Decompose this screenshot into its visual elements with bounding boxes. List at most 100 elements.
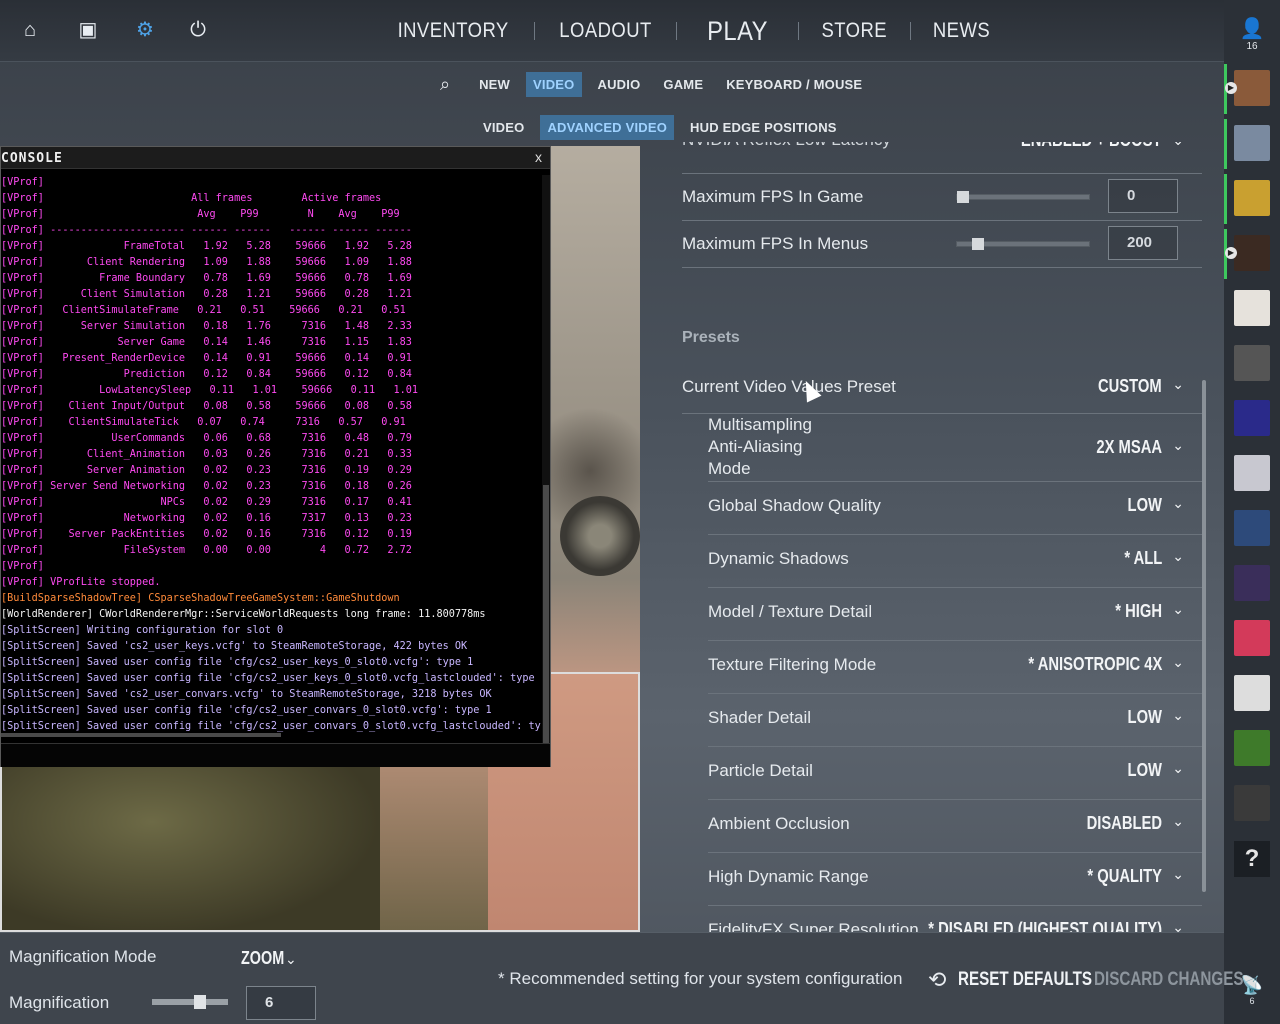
friend-avatar[interactable] <box>1234 290 1270 326</box>
console-horizontal-scrollbar[interactable] <box>1 733 281 737</box>
console-vertical-scrollbar[interactable] <box>542 175 550 745</box>
reset-defaults-label: RESET DEFAULTS <box>958 969 1093 990</box>
console-line: [VProf] ClientSimulateFrame 0.21 0.51 59… <box>1 305 406 316</box>
setting-row[interactable]: Shader Detail LOW ⌄ <box>708 694 1202 747</box>
profile-button[interactable]: 👤 16 <box>1224 0 1280 62</box>
console-line: [VProf] LowLatencySleep 0.11 1.01 59666 … <box>1 385 419 396</box>
console-line: [VProf] FrameTotal 1.92 5.28 59666 1.92 … <box>1 241 412 252</box>
setting-row[interactable]: Ambient Occlusion DISABLED ⌄ <box>708 800 1202 853</box>
setting-row[interactable]: High Dynamic Range * QUALITY ⌄ <box>708 853 1202 906</box>
console-line: [VProf] ---------------------- ------ --… <box>1 225 412 236</box>
magnification-mode-dropdown[interactable]: ZOOM <box>241 948 284 969</box>
setting-row-reflex[interactable]: NVIDIA Reflex Low Latency ENABLED + BOOS… <box>682 142 1202 174</box>
setting-label: FidelityFX Super Resolution <box>708 920 919 932</box>
console-line: [VProf] FileSystem 0.00 0.00 4 0.72 2.72 <box>1 545 412 556</box>
console-line: [VProf] UserCommands 0.06 0.68 7316 0.48… <box>1 433 412 444</box>
friend-avatar[interactable] <box>1234 345 1270 381</box>
slider-thumb[interactable] <box>194 995 206 1009</box>
subtab-video[interactable]: VIDEO <box>476 115 531 140</box>
chevron-down-icon: ⌄ <box>1172 495 1184 511</box>
slider-thumb[interactable] <box>957 191 969 203</box>
tab-game[interactable]: GAME <box>656 72 710 97</box>
presets-heading: Presets <box>682 329 740 346</box>
user-icon: 👤 <box>1239 18 1265 40</box>
max-fps-game-slider[interactable] <box>956 191 1090 203</box>
friend-avatar[interactable] <box>1234 510 1270 546</box>
chevron-down-icon: ⌄ <box>1172 376 1184 392</box>
nav-loadout[interactable]: LOADOUT <box>544 19 668 43</box>
friend-avatar[interactable] <box>1234 235 1270 271</box>
console-titlebar[interactable]: CONSOLE x <box>1 147 550 169</box>
in-game-icon: ▶ <box>1225 82 1237 94</box>
max-fps-game-input[interactable]: 0 <box>1108 179 1178 213</box>
console-line: [VProf] <box>1 561 44 572</box>
nav-store[interactable]: STORE <box>806 19 903 43</box>
subtab-hud-edge-positions[interactable]: HUD EDGE POSITIONS <box>683 115 844 140</box>
magnification-input[interactable]: 6 <box>246 986 316 1020</box>
friend-avatar[interactable] <box>1234 565 1270 601</box>
setting-row[interactable]: Global Shadow Quality LOW ⌄ <box>708 482 1202 535</box>
slider-thumb[interactable] <box>972 238 984 250</box>
setting-value: * QUALITY <box>1087 866 1162 886</box>
setting-value: * ALL <box>1124 548 1162 568</box>
max-fps-menus-slider[interactable] <box>956 238 1090 250</box>
magnification-slider[interactable] <box>152 995 228 1009</box>
recommended-note: * Recommended setting for your system co… <box>498 969 903 988</box>
power-icon[interactable]: ⏻ <box>186 18 210 42</box>
console-window[interactable]: CONSOLE x [VProf] [VProf] All frames Acti… <box>0 146 551 767</box>
console-line: [VProf] Frame Boundary 0.78 1.69 59666 0… <box>1 273 412 284</box>
setting-value: * DISABLED (HIGHEST QUALITY) <box>928 919 1162 932</box>
friend-avatar[interactable] <box>1234 70 1270 106</box>
console-line: [VProf] Networking 0.02 0.16 7317 0.13 0… <box>1 513 412 524</box>
nav-play[interactable]: PLAY <box>685 16 792 47</box>
close-icon[interactable]: x <box>535 149 542 165</box>
setting-row[interactable]: Dynamic Shadows * ALL ⌄ <box>708 535 1202 588</box>
friend-avatar[interactable] <box>1234 400 1270 436</box>
help-button[interactable]: ? <box>1234 841 1270 877</box>
setting-row-max-fps-game: Maximum FPS In Game 0 <box>682 174 1202 221</box>
home-icon[interactable]: ⌂ <box>18 18 42 42</box>
console-scroll-thumb[interactable] <box>543 485 549 745</box>
setting-row[interactable]: FidelityFX Super Resolution * DISABLED (H… <box>708 906 1202 932</box>
friend-avatar[interactable] <box>1234 125 1270 161</box>
gear-icon[interactable]: ⚙ <box>133 18 157 42</box>
console-line: [VProf] Server PackEntities 0.02 0.16 73… <box>1 529 412 540</box>
friend-avatar[interactable] <box>1234 785 1270 821</box>
setting-label: Current Video Values Preset <box>682 377 896 396</box>
friends-online-count: 16 <box>1246 41 1258 52</box>
nav-inventory[interactable]: INVENTORY <box>382 19 525 43</box>
setting-row-preset[interactable]: Current Video Values Preset CUSTOM ⌄ <box>682 366 1202 414</box>
chevron-down-icon[interactable]: ⌄ <box>285 951 297 968</box>
discard-changes-button[interactable]: DISCARD CHANGES <box>1094 969 1243 991</box>
setting-row[interactable]: Multisampling Anti-Aliasing Mode 2X MSAA ⌄ <box>708 414 1202 482</box>
settings-scrollbar[interactable] <box>1202 380 1206 892</box>
console-line: [SplitScreen] Saved user config file 'cf… <box>1 705 492 716</box>
tab-keyboard-mouse[interactable]: KEYBOARD / MOUSE <box>719 72 869 97</box>
setting-row[interactable]: Particle Detail LOW ⌄ <box>708 747 1202 800</box>
setting-label: Global Shadow Quality <box>708 496 881 515</box>
setting-row[interactable]: Model / Texture Detail * HIGH ⌄ <box>708 588 1202 641</box>
console-line: [BuildSparseShadowTree] CSparseShadowTre… <box>1 593 400 604</box>
search-icon[interactable]: ⌕ <box>440 74 450 95</box>
in-game-icon: ▶ <box>1225 247 1237 259</box>
console-line: [VProf] VProfLite stopped. <box>1 577 161 588</box>
setting-label: Model / Texture Detail <box>708 602 873 621</box>
tab-new[interactable]: NEW <box>472 72 517 97</box>
friend-avatar[interactable] <box>1234 620 1270 656</box>
setting-value: LOW <box>1127 495 1162 515</box>
console-line: [SplitScreen] Saved 'cs2_user_keys.vcfg'… <box>1 641 468 652</box>
subtab-advanced-video[interactable]: ADVANCED VIDEO <box>540 114 675 140</box>
friend-avatar[interactable] <box>1234 675 1270 711</box>
settings-panel: NVIDIA Reflex Low Latency ENABLED + BOOS… <box>640 142 1224 932</box>
friend-avatar[interactable] <box>1234 730 1270 766</box>
tab-video[interactable]: VIDEO <box>526 71 582 97</box>
nav-news[interactable]: NEWS <box>917 19 1006 43</box>
console-input[interactable] <box>1 743 550 767</box>
vehicle-wheel <box>560 496 640 576</box>
tab-audio[interactable]: AUDIO <box>591 72 648 97</box>
setting-row[interactable]: Texture Filtering Mode * ANISOTROPIC 4X ⌄ <box>708 641 1202 694</box>
friend-avatar[interactable] <box>1234 180 1270 216</box>
tv-icon[interactable]: ▣ <box>76 18 100 42</box>
friend-avatar[interactable] <box>1234 455 1270 491</box>
max-fps-menus-input[interactable]: 200 <box>1108 226 1178 260</box>
